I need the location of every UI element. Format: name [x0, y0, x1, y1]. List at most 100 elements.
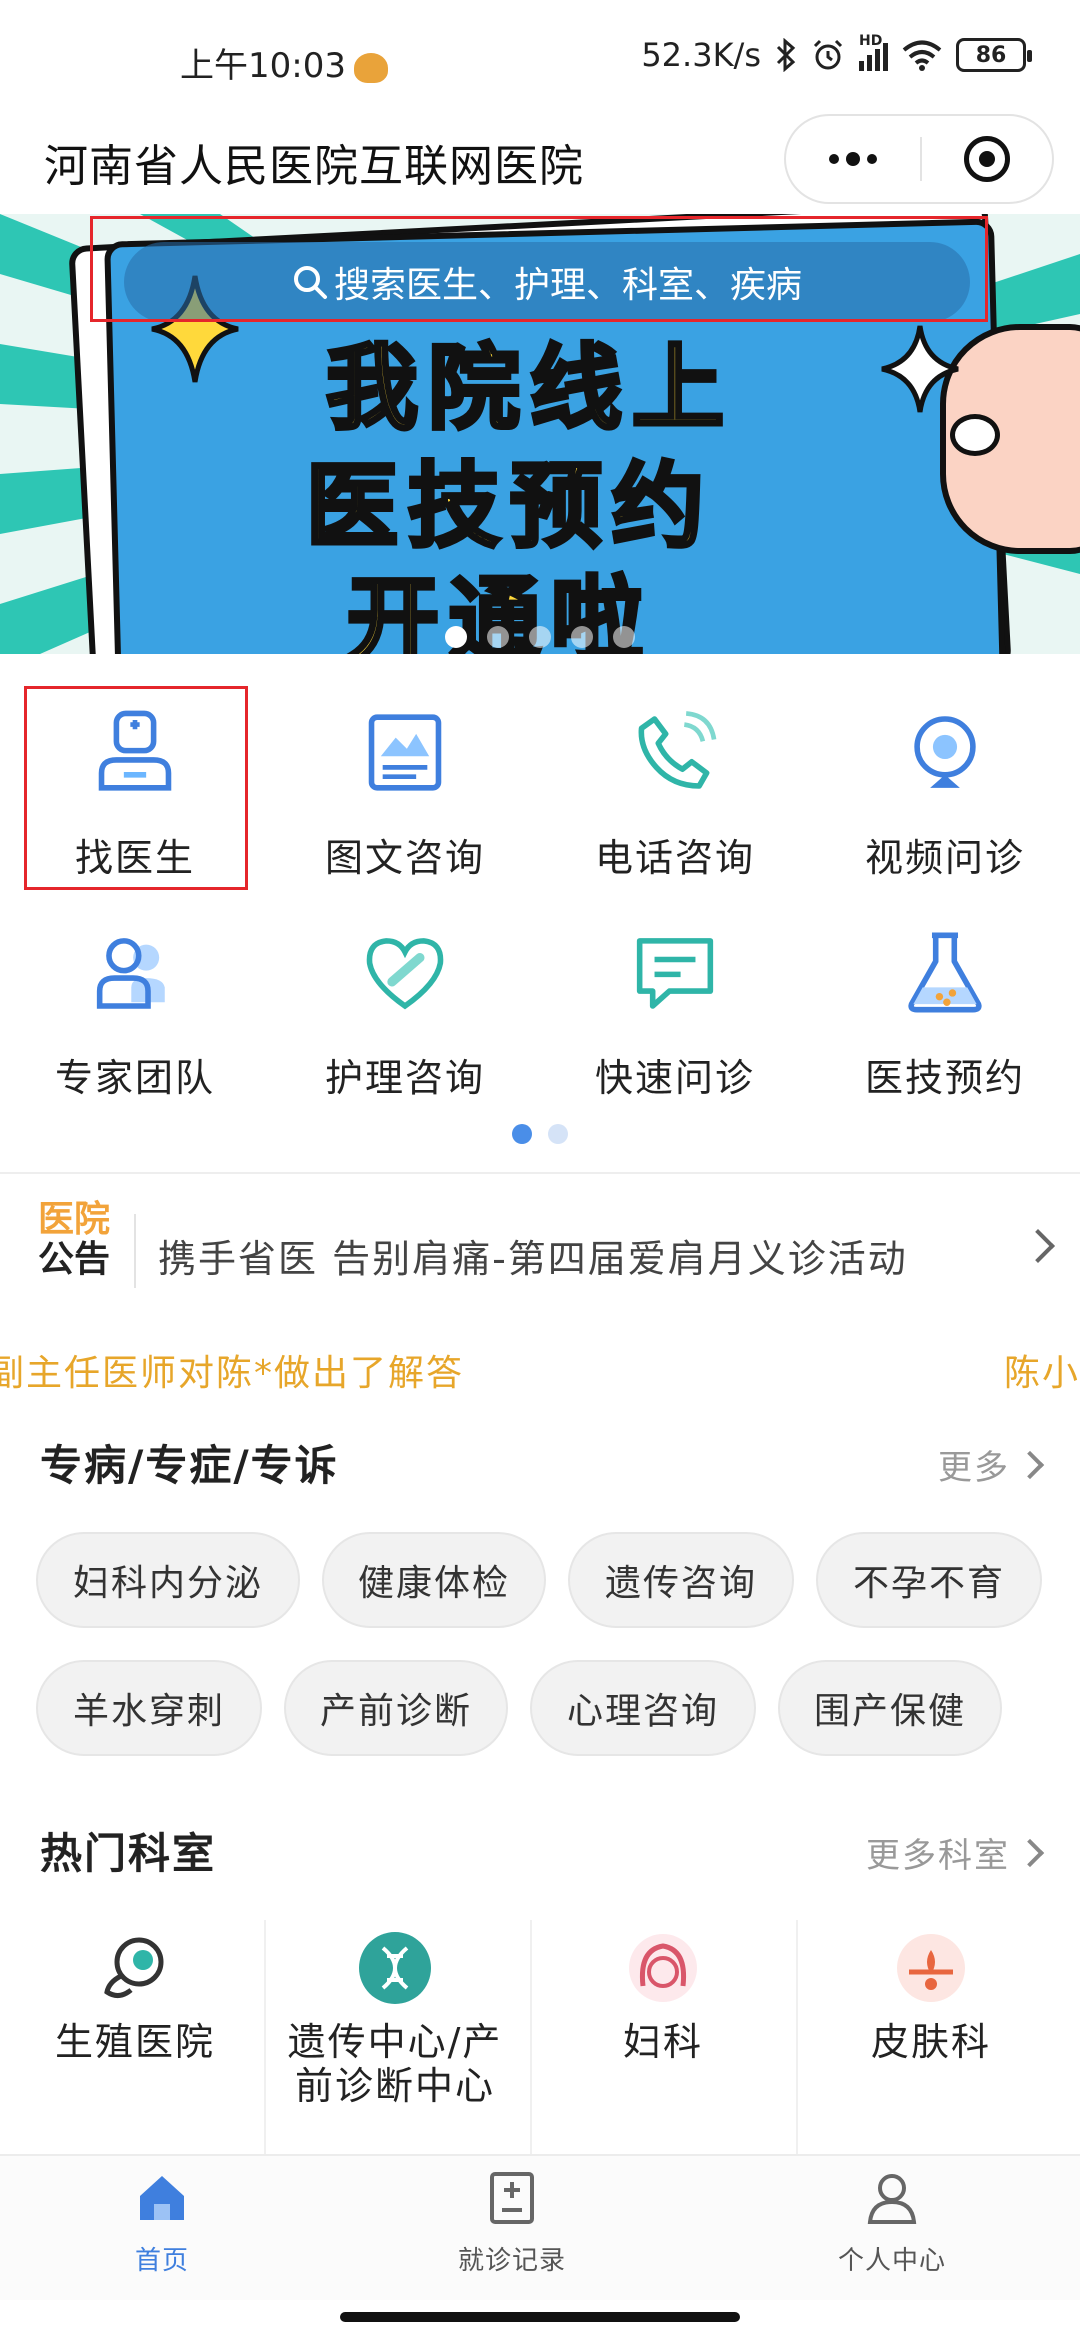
- heart-icon: [366, 938, 444, 1010]
- status-bar: 上午10:03 52.3K/s HD 86: [0, 0, 1080, 120]
- service-expert-team[interactable]: 专家团队: [0, 902, 270, 1102]
- banner-dot: [445, 626, 467, 648]
- home-indicator: [340, 2312, 740, 2322]
- service-image-text-consult[interactable]: 图文咨询: [270, 682, 540, 882]
- title-bar: 河南省人民医院互联网医院: [0, 112, 1080, 208]
- hospital-notice[interactable]: 医院 公告 携手省医 告别肩痛-第四届爱肩月义诊活动: [0, 1188, 1080, 1314]
- home-icon: [140, 2176, 184, 2220]
- department-genetics[interactable]: 遗传中心/产前诊断中心: [260, 1920, 530, 2120]
- target-icon: [964, 136, 1010, 182]
- specialties-title: 专病/专症/专诉: [40, 1441, 339, 1490]
- banner-dot: [613, 626, 635, 648]
- service-label: 专家团队: [54, 1056, 215, 1100]
- sparkle-small-icon: [881, 325, 959, 413]
- banner-dot: [571, 626, 593, 648]
- service-label: 医技预约: [864, 1056, 1025, 1100]
- banner-dot: [487, 626, 509, 648]
- specialties-more-link[interactable]: 更多: [938, 1440, 1045, 1489]
- grid-page-dot: [512, 1124, 532, 1144]
- alarm-icon: [813, 39, 843, 70]
- answer-ticker: 副主任医师对陈*做出了解答 陈小: [0, 1340, 1080, 1396]
- chevron-right-icon: [1015, 1838, 1045, 1867]
- app-notification-icon: [353, 52, 388, 83]
- wifi-icon: [902, 40, 942, 71]
- service-label: 护理咨询: [324, 1056, 485, 1100]
- chat-icon: [636, 938, 714, 1009]
- more-options-button[interactable]: [786, 116, 920, 202]
- tab-records[interactable]: 就诊记录: [362, 2170, 662, 2277]
- service-grid-pagination: [0, 1124, 1080, 1144]
- page-title: 河南省人民医院互联网医院: [44, 141, 584, 192]
- notice-badge-line1: 医院: [37, 1199, 110, 1240]
- specialty-tag[interactable]: 羊水穿刺: [36, 1660, 262, 1756]
- specialty-tag[interactable]: 产前诊断: [284, 1660, 508, 1756]
- service-label: 视频问诊: [864, 836, 1025, 880]
- hand-nail-illustration: [950, 414, 1000, 456]
- service-label: 电话咨询: [594, 836, 755, 880]
- dna-icon: [359, 1932, 431, 2004]
- service-medical-tech-booking[interactable]: 医技预约: [810, 902, 1080, 1102]
- ticker-item: 副主任医师对陈*做出了解答: [0, 1353, 465, 1394]
- status-time: 上午10:03: [180, 38, 388, 87]
- specialty-tag[interactable]: 心理咨询: [530, 1660, 756, 1756]
- chevron-right-icon: [1015, 1450, 1045, 1479]
- service-label: 图文咨询: [324, 836, 485, 880]
- signal-hd-label: HD: [859, 33, 883, 49]
- status-indicators: 52.3K/s HD 86: [641, 33, 1032, 74]
- department-label: 皮肤科: [870, 2020, 991, 2064]
- departments-more-link[interactable]: 更多科室: [866, 1828, 1045, 1877]
- service-label: 快速问诊: [594, 1056, 755, 1100]
- notice-badge-line2: 公告: [37, 1239, 110, 1280]
- tab-profile[interactable]: 个人中心: [742, 2170, 1042, 2277]
- tab-home[interactable]: 首页: [12, 2170, 312, 2277]
- department-label: 生殖医院: [54, 2020, 215, 2064]
- tab-label: 个人中心: [837, 2246, 946, 2276]
- battery-indicator: 86: [956, 38, 1032, 72]
- woman-icon: [629, 1934, 697, 2002]
- user-icon: [867, 2174, 917, 2224]
- find-doctor-highlight-box: [24, 686, 248, 890]
- notice-badge: 医院 公告: [34, 1200, 114, 1280]
- department-label: 遗传中心/产前诊断中心: [287, 2020, 503, 2108]
- phone-icon: [638, 711, 717, 789]
- specialty-tag[interactable]: 健康体检: [322, 1532, 546, 1628]
- department-reproductive[interactable]: 生殖医院: [0, 1920, 270, 2120]
- section-divider: [0, 1172, 1080, 1174]
- chevron-right-icon: [1021, 1229, 1055, 1263]
- specialty-tag[interactable]: 遗传咨询: [568, 1532, 794, 1628]
- image-text-icon: [368, 714, 442, 791]
- service-phone-consult[interactable]: 电话咨询: [540, 682, 810, 882]
- department-dermatology[interactable]: 皮肤科: [796, 1920, 1066, 2120]
- service-video-consult[interactable]: 视频问诊: [810, 682, 1080, 882]
- search-highlight-box: [90, 216, 988, 322]
- bottom-tab-bar: 首页 就诊记录 个人中心: [0, 2154, 1080, 2300]
- department-label: 妇科: [622, 2020, 703, 2064]
- signal-icon: HD: [859, 33, 888, 71]
- service-nursing-consult[interactable]: 护理咨询: [270, 902, 540, 1102]
- mini-program-capsule: [784, 114, 1054, 204]
- more-label: 更多: [938, 1448, 1010, 1488]
- banner-pagination: [0, 626, 1080, 648]
- more-label: 更多科室: [866, 1836, 1010, 1876]
- specialty-tag[interactable]: 妇科内分泌: [36, 1532, 300, 1628]
- banner-dot: [529, 626, 551, 648]
- service-quick-consult[interactable]: 快速问诊: [540, 902, 810, 1102]
- flask-icon: [908, 932, 982, 1013]
- expert-team-icon: [96, 938, 165, 1009]
- specialty-tag[interactable]: 围产保健: [778, 1660, 1002, 1756]
- video-camera-icon: [914, 716, 976, 788]
- grid-page-dot: [548, 1124, 568, 1144]
- close-mini-program-button[interactable]: [922, 136, 1052, 182]
- skin-icon: [897, 1934, 965, 2002]
- bluetooth-icon: [776, 38, 796, 72]
- notice-separator: [134, 1214, 136, 1288]
- record-icon: [490, 2172, 534, 2224]
- notice-text: 携手省医 告别肩痛-第四届爱肩月义诊活动: [158, 1237, 908, 1281]
- reproductive-icon: [104, 1937, 164, 1998]
- tab-label: 首页: [134, 2246, 189, 2276]
- tab-label: 就诊记录: [457, 2246, 566, 2276]
- specialty-tag[interactable]: 不孕不育: [816, 1532, 1042, 1628]
- department-gynecology[interactable]: 妇科: [528, 1920, 798, 2120]
- status-time-text: 上午10:03: [180, 46, 346, 86]
- network-speed: 52.3K/s: [641, 36, 761, 74]
